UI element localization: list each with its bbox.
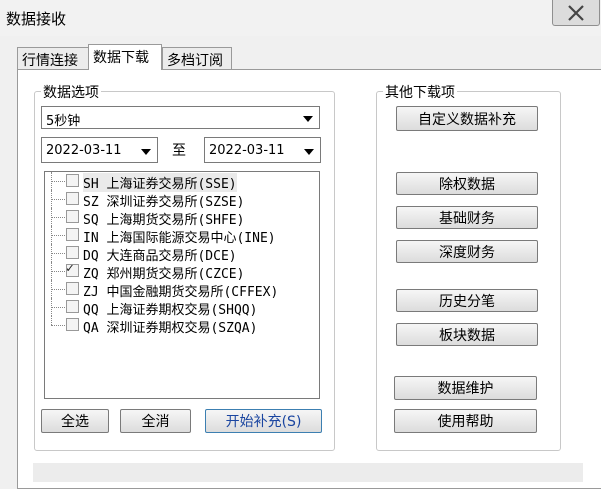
list-item[interactable]: ZJ 中国金融期货交易所(CFFEX)	[45, 280, 315, 300]
period-select-value: 5秒钟	[46, 114, 81, 129]
market-list[interactable]: SH 上海证券交易所(SSE) SZ 深圳证券交易所(SZSE) SQ 上海期货…	[44, 171, 320, 399]
other-downloads-label: 其他下载项	[383, 82, 457, 102]
market-checkbox[interactable]	[66, 174, 79, 187]
date-range-separator: 至	[172, 143, 186, 159]
date-to-value: 2022-03-11	[209, 143, 285, 158]
tab-multi-level-subscribe[interactable]: 多档订阅	[162, 47, 232, 69]
data-maintenance-button[interactable]: 数据维护	[394, 376, 537, 400]
chevron-down-icon	[303, 116, 313, 122]
checkmark-icon: ✓	[66, 261, 74, 276]
market-checkbox[interactable]	[66, 318, 79, 331]
ex-rights-button[interactable]: 除权数据	[396, 172, 538, 195]
window-title: 数据接收	[6, 10, 67, 28]
tab-label: 行情连接	[22, 53, 78, 69]
tab-label: 多档订阅	[167, 53, 223, 69]
list-item[interactable]: SH 上海证券交易所(SSE)	[45, 172, 315, 192]
custom-fill-button[interactable]: 自定义数据补充	[396, 106, 538, 131]
period-select[interactable]: 5秒钟	[41, 106, 320, 129]
deep-finance-button[interactable]: 深度财务	[396, 240, 538, 263]
deselect-all-button[interactable]: 全消	[120, 409, 191, 433]
select-all-button[interactable]: 全选	[41, 409, 109, 433]
list-item[interactable]: SQ 上海期货交易所(SHFE)	[45, 208, 315, 228]
status-bar	[33, 463, 583, 482]
data-options-label: 数据选项	[41, 82, 101, 102]
market-checkbox[interactable]	[66, 210, 79, 223]
tab-label: 数据下载	[93, 50, 149, 66]
chevron-down-icon	[304, 149, 314, 155]
tab-data-download[interactable]: 数据下载	[88, 44, 162, 70]
list-item[interactable]: SZ 深圳证券交易所(SZSE)	[45, 190, 315, 210]
close-button[interactable]	[552, 0, 600, 26]
tab-market-connection[interactable]: 行情连接	[17, 47, 89, 69]
market-checkbox[interactable]	[66, 228, 79, 241]
fundamentals-button[interactable]: 基础财务	[396, 206, 538, 229]
date-from-value: 2022-03-11	[46, 143, 122, 158]
chevron-down-icon	[141, 149, 151, 155]
list-item[interactable]: IN 上海国际能源交易中心(INE)	[45, 226, 315, 246]
market-checkbox[interactable]	[66, 246, 79, 259]
list-item[interactable]: ✓ ZQ 郑州期货交易所(CZCE)	[45, 261, 315, 282]
market-checkbox[interactable]	[66, 300, 79, 313]
date-from-picker[interactable]: 2022-03-11	[41, 137, 158, 163]
list-item[interactable]: QQ 上海证券期权交易(SHQQ)	[45, 298, 315, 318]
tick-history-button[interactable]: 历史分笔	[396, 289, 538, 312]
market-checkbox[interactable]	[66, 282, 79, 295]
sector-data-button[interactable]: 板块数据	[396, 323, 538, 346]
list-item[interactable]: DQ 大连商品交易所(DCE)	[45, 244, 315, 264]
list-item[interactable]: QA 深圳证券期权交易(SZQA)	[45, 316, 315, 336]
market-checkbox[interactable]	[66, 192, 79, 205]
help-button[interactable]: 使用帮助	[394, 409, 537, 433]
close-icon	[568, 4, 584, 21]
start-fill-button[interactable]: 开始补充(S)	[205, 409, 322, 433]
title-bar: 数据接收	[0, 0, 601, 36]
date-to-picker[interactable]: 2022-03-11	[204, 137, 321, 163]
market-checkbox[interactable]: ✓	[66, 261, 79, 277]
